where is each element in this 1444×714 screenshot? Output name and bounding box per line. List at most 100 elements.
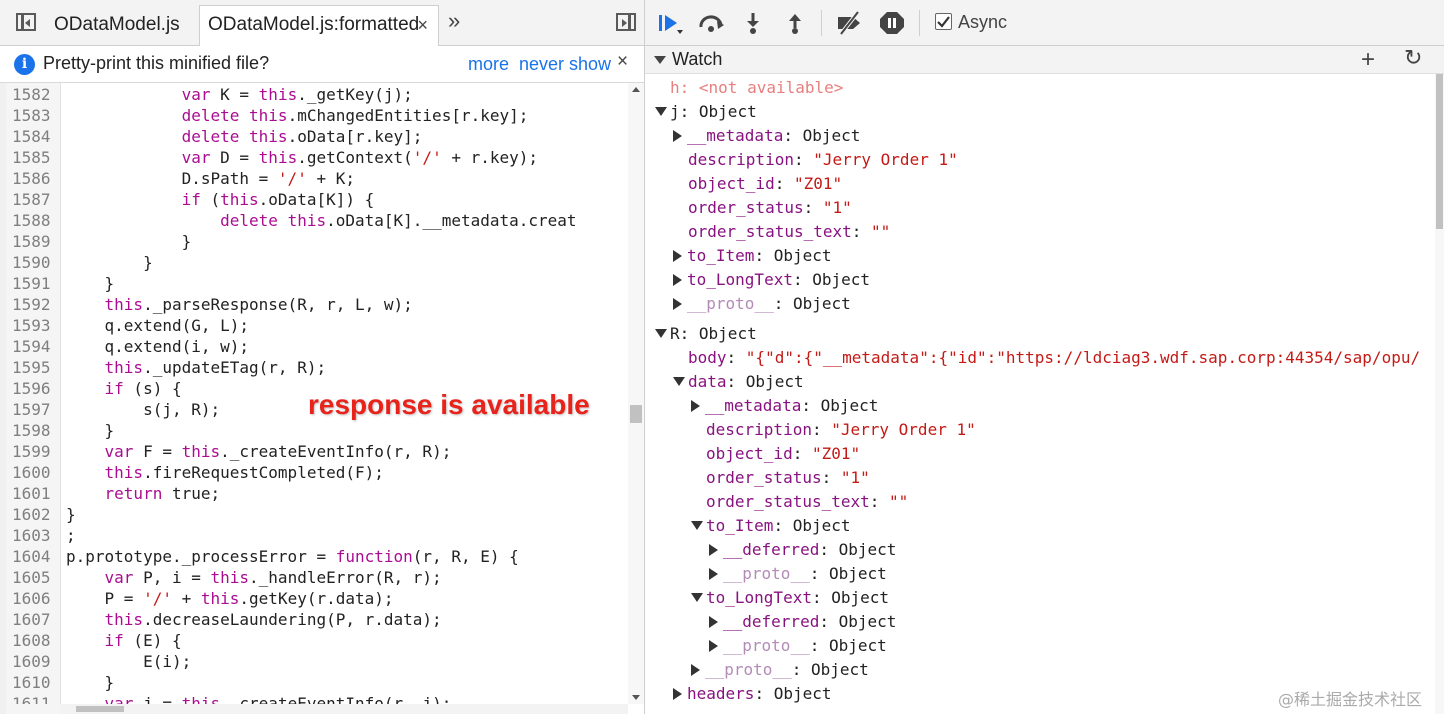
line-number[interactable]: 1588 [12,210,54,231]
line-number[interactable]: 1594 [12,336,54,357]
code-line[interactable]: 1610 } [0,672,628,693]
line-number[interactable]: 1585 [12,147,54,168]
sidebar-vertical-scrollbar[interactable] [1435,74,1444,714]
expanded-triangle-icon[interactable] [691,593,703,602]
line-number[interactable]: 1608 [12,630,54,651]
expanded-triangle-icon[interactable] [655,329,667,338]
scroll-down-icon[interactable] [632,695,640,700]
collapsed-triangle-icon[interactable] [673,688,682,700]
code-line[interactable]: 1604 p.prototype._processError = function… [0,546,628,567]
line-number[interactable]: 1582 [12,84,54,105]
watch-row[interactable]: h: <not available> [670,76,843,100]
code-line[interactable]: 1600 this.fireRequestCompleted(F); [0,462,628,483]
line-number[interactable]: 1604 [12,546,54,567]
watch-row[interactable]: description: "Jerry Order 1" [688,148,958,172]
toggle-debugger-icon[interactable] [616,13,636,31]
watch-row[interactable]: __metadata: Object [691,394,878,418]
close-icon[interactable]: × [417,6,428,44]
line-number[interactable]: 1593 [12,315,54,336]
expanded-triangle-icon[interactable] [655,107,667,116]
line-number[interactable]: 1591 [12,273,54,294]
step-over-icon[interactable] [697,11,727,35]
code-line[interactable]: 1588 delete this.oData[K].__metadata.cre… [0,210,628,231]
line-number[interactable]: 1600 [12,462,54,483]
code-line[interactable]: 1586 D.sPath = '/' + K; [0,168,628,189]
watch-row[interactable]: order_status: "1" [706,466,870,490]
add-icon[interactable]: + [1361,46,1375,74]
collapsed-triangle-icon[interactable] [709,616,718,628]
step-out-icon[interactable] [785,11,805,35]
code-line[interactable]: 1608 if (E) { [0,630,628,651]
code-line[interactable]: 1582 var K = this._getKey(j); [0,84,628,105]
watch-row[interactable]: __metadata: Object [673,124,860,148]
code-line[interactable]: 1590 } [0,252,628,273]
code-line[interactable]: 1584 delete this.oData[r.key]; [0,126,628,147]
code-line[interactable]: 1587 if (this.oData[K]) { [0,189,628,210]
line-number[interactable]: 1610 [12,672,54,693]
line-number[interactable]: 1603 [12,525,54,546]
collapsed-triangle-icon[interactable] [709,568,718,580]
more-link[interactable]: more [468,54,509,75]
code-line[interactable]: 1611 var j = this._createEventInfo(r, j)… [0,693,628,704]
expanded-triangle-icon[interactable] [673,377,685,386]
more-tabs-icon[interactable]: » [448,8,460,34]
code-line[interactable]: 1605 var P, i = this._handleError(R, r); [0,567,628,588]
scroll-up-icon[interactable] [632,87,640,92]
resume-icon[interactable] [657,11,687,35]
expanded-triangle-icon[interactable] [691,521,703,530]
watch-row[interactable]: data: Object [673,370,804,394]
code-line[interactable]: 1583 delete this.mChangedEntities[r.key]… [0,105,628,126]
async-label[interactable]: Async [958,12,1007,33]
watch-row[interactable]: headers: Object [673,682,832,706]
code-line[interactable]: 1585 var D = this.getContext('/' + r.key… [0,147,628,168]
code-line[interactable]: 1593 q.extend(G, L); [0,315,628,336]
code-line[interactable]: 1594 q.extend(i, w); [0,336,628,357]
deactivate-breakpoints-icon[interactable] [835,11,865,35]
line-number[interactable]: 1596 [12,378,54,399]
watch-row[interactable]: R: Object [655,322,757,346]
watch-row[interactable]: j: Object [655,100,757,124]
line-number[interactable]: 1606 [12,588,54,609]
line-number[interactable]: 1587 [12,189,54,210]
line-number[interactable]: 1599 [12,441,54,462]
watch-section-header[interactable]: Watch + ↻ [645,46,1444,74]
code-line[interactable]: 1598 } [0,420,628,441]
line-number[interactable]: 1607 [12,609,54,630]
watch-row[interactable]: to_Item: Object [691,514,851,538]
watch-row[interactable]: __deferred: Object [709,538,896,562]
code-line[interactable]: 1602} [0,504,628,525]
line-number[interactable]: 1605 [12,567,54,588]
watch-row[interactable]: order_status_text: "" [706,490,908,514]
never-show-link[interactable]: never show [519,54,611,75]
collapsed-triangle-icon[interactable] [673,298,682,310]
code-line[interactable]: 1601 return true; [0,483,628,504]
tab-odatamodel-js-formatted[interactable]: ODataModel.js:formatted × [199,5,439,46]
watch-row[interactable]: object_id: "Z01" [706,442,860,466]
line-number[interactable]: 1597 [12,399,54,420]
async-checkbox[interactable] [935,13,952,30]
code-line[interactable]: 1609 E(i); [0,651,628,672]
watch-row[interactable]: __proto__: Object [709,562,887,586]
pause-on-exceptions-icon[interactable] [879,11,905,35]
collapsed-triangle-icon[interactable] [709,640,718,652]
line-number[interactable]: 1586 [12,168,54,189]
watch-row[interactable]: body: "{"d":{"__metadata":{"id":"https:/… [688,346,1420,370]
collapsed-triangle-icon[interactable] [691,664,700,676]
collapse-triangle-icon[interactable] [654,56,666,64]
code-line[interactable]: 1592 this._parseResponse(R, r, L, w); [0,294,628,315]
watch-row[interactable]: __deferred: Object [709,610,896,634]
line-number[interactable]: 1601 [12,483,54,504]
line-number[interactable]: 1598 [12,420,54,441]
close-icon[interactable]: × [617,51,628,73]
line-number[interactable]: 1595 [12,357,54,378]
watch-row[interactable]: object_id: "Z01" [688,172,842,196]
watch-row[interactable]: __proto__: Object [709,634,887,658]
watch-row[interactable]: description: "Jerry Order 1" [706,418,976,442]
line-number[interactable]: 1609 [12,651,54,672]
scrollbar-thumb[interactable] [1436,74,1443,229]
collapsed-triangle-icon[interactable] [673,130,682,142]
watch-row[interactable]: to_LongText: Object [691,586,889,610]
code-line[interactable]: 1599 var F = this._createEventInfo(r, R)… [0,441,628,462]
line-number[interactable]: 1590 [12,252,54,273]
tab-odatamodel-js[interactable]: ODataModel.js [54,6,180,45]
